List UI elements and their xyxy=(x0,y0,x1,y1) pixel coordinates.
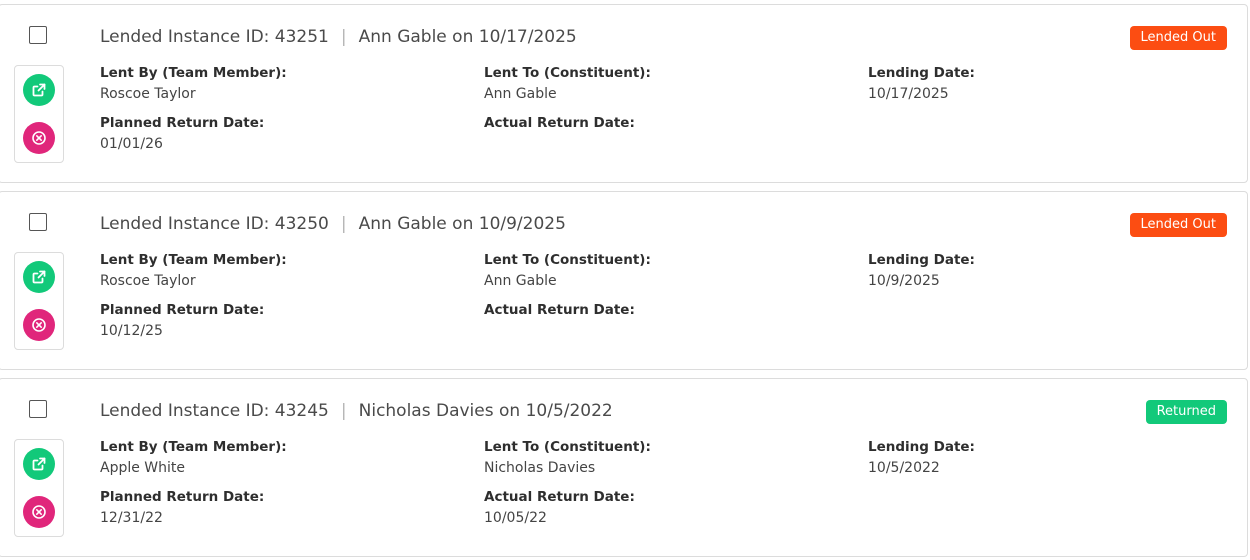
lent-to-label: Lent To (Constituent): xyxy=(484,252,651,268)
select-checkbox[interactable] xyxy=(29,213,47,231)
remove-button[interactable] xyxy=(23,122,55,154)
actual-return-label: Actual Return Date: xyxy=(484,489,635,505)
card-title: Lended Instance ID: 43245 | Nicholas Davie… xyxy=(100,401,613,421)
lent-to-value: Ann Gable xyxy=(484,273,557,289)
actual-return-field: Actual Return Date: xyxy=(484,302,635,323)
lent-by-value: Roscoe Taylor xyxy=(100,86,196,102)
status-badge: Returned xyxy=(1145,400,1227,424)
action-panel xyxy=(14,65,64,163)
instance-id: Lended Instance ID: 43245 xyxy=(100,401,329,421)
actual-return-field: Actual Return Date: 10/05/22 xyxy=(484,489,635,527)
external-link-icon xyxy=(32,457,46,471)
lending-date-label: Lending Date: xyxy=(868,439,975,455)
select-checkbox[interactable] xyxy=(29,400,47,418)
open-button[interactable] xyxy=(23,261,55,293)
lending-date-label: Lending Date: xyxy=(868,252,975,268)
lent-by-label: Lent By (Team Member): xyxy=(100,252,287,268)
card-title: Lended Instance ID: 43250 | Ann Gable on 1… xyxy=(100,214,566,234)
title-separator: | xyxy=(340,214,347,234)
lending-date-label: Lending Date: xyxy=(868,65,975,81)
lent-to-field: Lent To (Constituent): Nicholas Davies xyxy=(484,439,651,477)
lending-card: Lended Instance ID: 43251 | Ann Gable on 1… xyxy=(0,4,1248,183)
planned-return-label: Planned Return Date: xyxy=(100,302,265,318)
actual-return-value: 10/05/22 xyxy=(484,510,547,526)
planned-return-value: 10/12/25 xyxy=(100,323,163,339)
instance-id: Lended Instance ID: 43250 xyxy=(100,214,329,234)
lent-by-value: Roscoe Taylor xyxy=(100,273,196,289)
planned-return-field: Planned Return Date: 10/12/25 xyxy=(100,302,264,340)
planned-return-value: 01/01/26 xyxy=(100,136,163,152)
external-link-icon xyxy=(32,270,46,284)
lent-by-field: Lent By (Team Member): Apple White xyxy=(100,439,287,477)
planned-return-label: Planned Return Date: xyxy=(100,489,265,505)
open-button[interactable] xyxy=(23,74,55,106)
external-link-icon xyxy=(32,83,46,97)
title-separator: | xyxy=(340,401,347,421)
lending-date-value: 10/5/2022 xyxy=(868,460,940,476)
lending-date-field: Lending Date: 10/17/2025 xyxy=(868,65,975,103)
card-summary: Ann Gable on 10/9/2025 xyxy=(358,214,566,234)
lending-card: Lended Instance ID: 43245 | Nicholas Davie… xyxy=(0,378,1248,557)
planned-return-field: Planned Return Date: 12/31/22 xyxy=(100,489,264,527)
lent-by-field: Lent By (Team Member): Roscoe Taylor xyxy=(100,65,287,103)
status-badge: Lended Out xyxy=(1129,26,1227,50)
card-title: Lended Instance ID: 43251 | Ann Gable on 1… xyxy=(100,27,577,47)
actual-return-label: Actual Return Date: xyxy=(484,115,635,131)
card-summary: Ann Gable on 10/17/2025 xyxy=(358,27,577,47)
lending-date-field: Lending Date: 10/5/2022 xyxy=(868,439,975,477)
status-badge: Lended Out xyxy=(1129,213,1227,237)
card-summary: Nicholas Davies on 10/5/2022 xyxy=(358,401,613,421)
lending-card: Lended Instance ID: 43250 | Ann Gable on 1… xyxy=(0,191,1248,370)
circle-x-icon xyxy=(32,131,46,145)
lending-list: Lended Instance ID: 43251 | Ann Gable on 1… xyxy=(0,0,1250,560)
actual-return-field: Actual Return Date: xyxy=(484,115,635,136)
action-panel xyxy=(14,439,64,537)
planned-return-label: Planned Return Date: xyxy=(100,115,265,131)
lent-by-label: Lent By (Team Member): xyxy=(100,65,287,81)
planned-return-value: 12/31/22 xyxy=(100,510,163,526)
lending-date-value: 10/9/2025 xyxy=(868,273,940,289)
lent-to-value: Nicholas Davies xyxy=(484,460,596,476)
instance-id: Lended Instance ID: 43251 xyxy=(100,27,329,47)
lent-to-label: Lent To (Constituent): xyxy=(484,65,651,81)
open-button[interactable] xyxy=(23,448,55,480)
circle-x-icon xyxy=(32,318,46,332)
select-checkbox[interactable] xyxy=(29,26,47,44)
lending-date-field: Lending Date: 10/9/2025 xyxy=(868,252,975,290)
lent-to-value: Ann Gable xyxy=(484,86,557,102)
lent-by-label: Lent By (Team Member): xyxy=(100,439,287,455)
circle-x-icon xyxy=(32,505,46,519)
lending-date-value: 10/17/2025 xyxy=(868,86,949,102)
planned-return-field: Planned Return Date: 01/01/26 xyxy=(100,115,264,153)
remove-button[interactable] xyxy=(23,309,55,341)
lent-to-field: Lent To (Constituent): Ann Gable xyxy=(484,252,651,290)
actual-return-label: Actual Return Date: xyxy=(484,302,635,318)
remove-button[interactable] xyxy=(23,496,55,528)
lent-to-field: Lent To (Constituent): Ann Gable xyxy=(484,65,651,103)
lent-to-label: Lent To (Constituent): xyxy=(484,439,651,455)
lent-by-field: Lent By (Team Member): Roscoe Taylor xyxy=(100,252,287,290)
title-separator: | xyxy=(340,27,347,47)
action-panel xyxy=(14,252,64,350)
lent-by-value: Apple White xyxy=(100,460,186,476)
